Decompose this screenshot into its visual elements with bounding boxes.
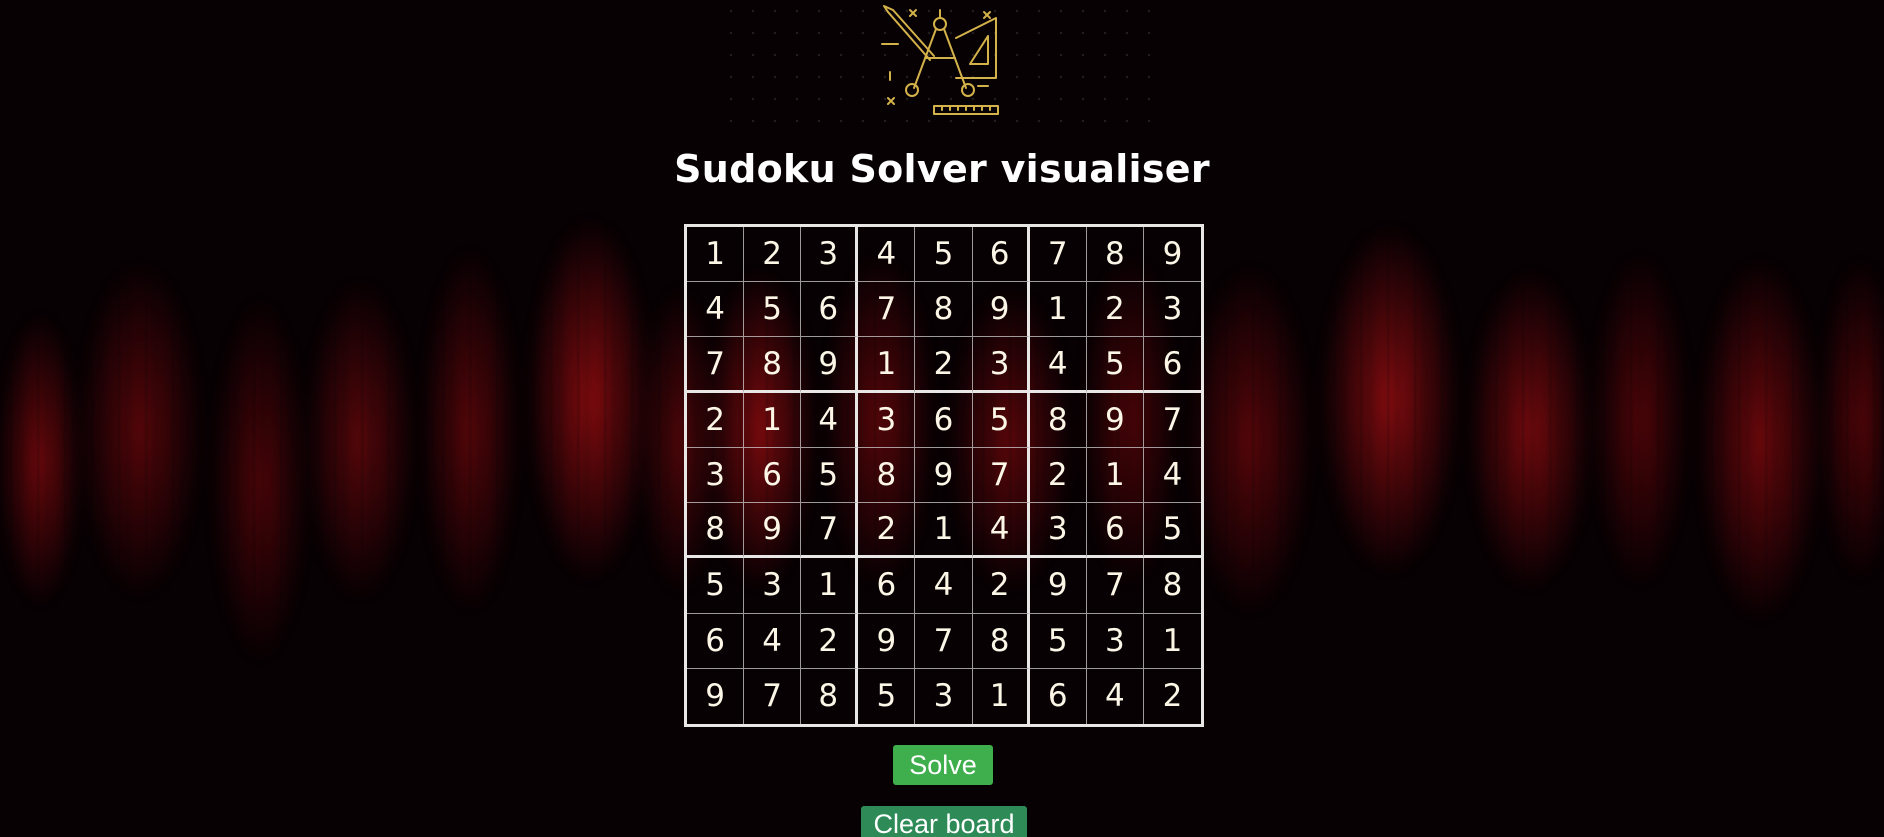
sudoku-cell[interactable]: 2 — [858, 503, 916, 559]
sudoku-cell[interactable]: 5 — [858, 668, 916, 724]
sudoku-cell[interactable]: 3 — [801, 227, 859, 283]
sudoku-cell[interactable]: 8 — [801, 668, 859, 724]
sudoku-cell[interactable]: 2 — [744, 227, 802, 283]
sudoku-cell[interactable]: 6 — [972, 227, 1030, 283]
sudoku-cell[interactable]: 9 — [687, 668, 745, 724]
sudoku-cell[interactable]: 8 — [744, 337, 802, 393]
sudoku-cell[interactable]: 7 — [1029, 227, 1087, 283]
drafting-tools-icon — [881, 5, 999, 115]
sudoku-cell[interactable]: 2 — [1086, 282, 1144, 338]
sudoku-cell[interactable]: 8 — [1143, 558, 1201, 614]
sudoku-cell[interactable]: 9 — [915, 447, 973, 504]
sudoku-cell[interactable]: 7 — [801, 503, 859, 559]
sudoku-cell[interactable]: 6 — [915, 392, 973, 448]
sudoku-cell[interactable]: 6 — [687, 613, 745, 669]
sudoku-cell[interactable]: 5 — [1143, 503, 1201, 559]
sudoku-cell[interactable]: 2 — [1029, 447, 1087, 504]
sudoku-cell[interactable]: 1 — [858, 337, 916, 393]
sudoku-cell[interactable]: 3 — [687, 447, 745, 504]
sudoku-cell[interactable]: 5 — [801, 447, 859, 504]
sudoku-cell[interactable]: 9 — [1143, 227, 1201, 283]
sudoku-cell[interactable]: 3 — [915, 668, 973, 724]
sudoku-cell[interactable]: 5 — [972, 392, 1030, 448]
sudoku-cell[interactable]: 4 — [1029, 337, 1087, 393]
sudoku-cell[interactable]: 3 — [972, 337, 1030, 393]
sudoku-cell[interactable]: 2 — [801, 613, 859, 669]
sudoku-cell[interactable]: 2 — [915, 337, 973, 393]
sudoku-cell[interactable]: 9 — [1029, 558, 1087, 614]
sudoku-cell[interactable]: 9 — [972, 282, 1030, 338]
sudoku-cell[interactable]: 7 — [1086, 558, 1144, 614]
sudoku-cell[interactable]: 4 — [1143, 448, 1201, 504]
sudoku-cell[interactable]: 2 — [1144, 669, 1201, 724]
sudoku-cell[interactable]: 5 — [1029, 613, 1087, 669]
sudoku-cell[interactable]: 5 — [687, 558, 745, 614]
sudoku-cell[interactable]: 6 — [1030, 668, 1087, 724]
sudoku-cell[interactable]: 8 — [1086, 227, 1144, 283]
sudoku-cell[interactable]: 2 — [687, 392, 745, 448]
sudoku-cell[interactable]: 3 — [1029, 503, 1087, 559]
sudoku-cell[interactable]: 3 — [1143, 282, 1201, 338]
sudoku-cell[interactable]: 1 — [801, 558, 859, 614]
sudoku-cell[interactable]: 4 — [1087, 668, 1144, 724]
sudoku-cell[interactable]: 4 — [858, 227, 916, 283]
sudoku-cell[interactable]: 7 — [687, 337, 745, 393]
sudoku-cell[interactable]: 7 — [1143, 393, 1201, 448]
sudoku-cell[interactable]: 7 — [858, 282, 916, 338]
sudoku-cell[interactable]: 1 — [1143, 614, 1201, 669]
sudoku-cell[interactable]: 1 — [1029, 282, 1087, 338]
sudoku-cell[interactable]: 3 — [858, 392, 916, 448]
sudoku-cell[interactable]: 9 — [858, 613, 916, 669]
sudoku-cell[interactable]: 1 — [973, 668, 1030, 724]
sudoku-cell[interactable]: 6 — [744, 447, 802, 504]
sudoku-cell[interactable]: 8 — [1029, 392, 1087, 448]
sudoku-cell[interactable]: 8 — [915, 282, 973, 338]
sudoku-cell[interactable]: 5 — [915, 227, 973, 283]
sudoku-cell[interactable]: 1 — [687, 227, 745, 283]
sudoku-cell[interactable]: 7 — [744, 668, 802, 724]
clear-board-button[interactable]: Clear board — [861, 806, 1027, 837]
sudoku-cell[interactable]: 9 — [744, 503, 802, 559]
sudoku-cell[interactable]: 6 — [801, 282, 859, 338]
sudoku-cell[interactable]: 4 — [915, 558, 973, 614]
sudoku-cell[interactable]: 7 — [915, 613, 973, 669]
sudoku-cell[interactable]: 1 — [744, 392, 802, 448]
sudoku-cell[interactable]: 4 — [972, 503, 1030, 559]
sudoku-cell[interactable]: 5 — [1086, 337, 1144, 393]
sudoku-cell[interactable]: 1 — [915, 503, 973, 559]
sudoku-cell[interactable]: 4 — [801, 392, 859, 448]
sudoku-cell[interactable]: 4 — [744, 613, 802, 669]
sudoku-cell[interactable]: 6 — [858, 558, 916, 614]
sudoku-cell[interactable]: 3 — [744, 558, 802, 614]
sudoku-cell[interactable]: 2 — [972, 558, 1030, 614]
sudoku-cell[interactable]: 9 — [1086, 392, 1144, 448]
sudoku-cell[interactable]: 4 — [687, 282, 745, 338]
sudoku-cell[interactable]: 3 — [1086, 613, 1144, 669]
sudoku-cell[interactable]: 8 — [858, 447, 916, 504]
solve-button[interactable]: Solve — [893, 745, 993, 785]
sudoku-cell[interactable]: 7 — [972, 447, 1030, 504]
sudoku-board: 1234567894567891237891234562143658973658… — [684, 224, 1204, 727]
sudoku-cell[interactable]: 8 — [687, 503, 745, 559]
page-title: Sudoku Solver visualiser — [674, 147, 1210, 191]
sudoku-cell[interactable]: 1 — [1086, 447, 1144, 504]
sudoku-cell[interactable]: 6 — [1086, 503, 1144, 559]
sudoku-cell[interactable]: 8 — [972, 613, 1030, 669]
sudoku-cell[interactable]: 9 — [801, 337, 859, 393]
sudoku-cell[interactable]: 5 — [744, 282, 802, 338]
sudoku-cell[interactable]: 6 — [1143, 337, 1201, 393]
page: Sudoku Solver visualiser 123456789456789… — [0, 0, 1884, 837]
